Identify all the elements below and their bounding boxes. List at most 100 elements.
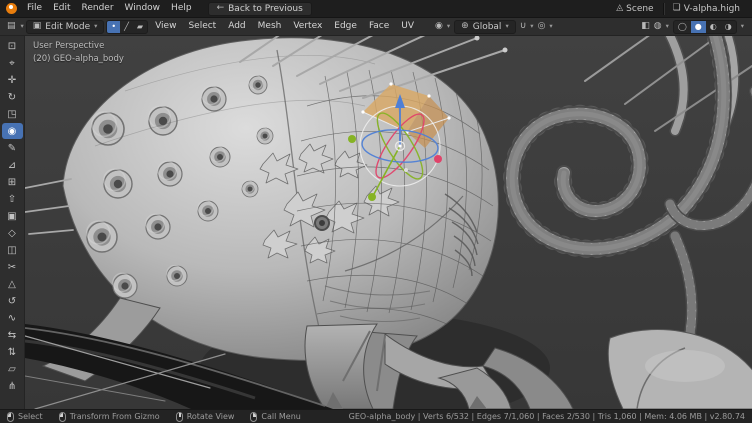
tool-rotate[interactable]: ↻ (2, 89, 23, 105)
tool-move[interactable]: ✛ (2, 72, 23, 88)
menu-mesh[interactable]: Mesh (253, 18, 287, 35)
overlays-icon[interactable]: ◍ (654, 22, 662, 31)
proportional-caret-icon: ▾ (549, 23, 552, 30)
tool-select-box-icon: ⊡ (8, 41, 16, 52)
menu-add[interactable]: Add (223, 18, 250, 35)
xray-toggle-icon[interactable]: ◧ (641, 22, 650, 31)
menu-edit[interactable]: Edit (48, 0, 75, 17)
add-cube-icon: ⊞ (8, 177, 16, 188)
proportional-editing-icon[interactable]: ◎ (538, 22, 546, 31)
tool-poly-build[interactable]: △ (2, 276, 23, 292)
tool-shear[interactable]: ▱ (2, 361, 23, 377)
menu-view[interactable]: View (150, 18, 181, 35)
tool-rip[interactable]: ⋔ (2, 378, 23, 394)
scene-selector[interactable]: ◬ Scene (611, 4, 658, 14)
editor-type-caret-icon: ▾ (21, 23, 24, 30)
blender-logo-icon[interactable] (6, 3, 17, 14)
smooth-icon: ∿ (8, 313, 16, 324)
hint-select-label: Select (18, 412, 43, 421)
vertex-select-mode-button[interactable]: • (107, 21, 120, 33)
menu-vertex[interactable]: Vertex (288, 18, 327, 35)
tool-edge-slide[interactable]: ⇆ (2, 327, 23, 343)
tool-add-cube[interactable]: ⊞ (2, 174, 23, 190)
menu-help[interactable]: Help (166, 0, 197, 17)
menu-render[interactable]: Render (77, 0, 119, 17)
gizmo-red-dot[interactable] (434, 155, 442, 163)
menu-uv[interactable]: UV (396, 18, 419, 35)
scale-icon: ◳ (7, 109, 16, 120)
menu-select[interactable]: Select (183, 18, 221, 35)
topbar: File Edit Render Window Help ← Back to P… (0, 0, 752, 18)
editor-type-icon[interactable]: ▤ (4, 22, 19, 31)
tool-select-box[interactable]: ⊡ (2, 38, 23, 54)
tool-loop-cut[interactable]: ◫ (2, 242, 23, 258)
menu-edge[interactable]: Edge (329, 18, 362, 35)
view-layer-selector[interactable]: ❏ V-alpha.high (668, 4, 745, 14)
hint-transform-gizmo: Transform From Gizmo (59, 412, 160, 422)
hint-rotate-view: Rotate View (176, 412, 235, 422)
shading-rendered-button[interactable]: ◑ (721, 21, 736, 33)
tool-annotate[interactable]: ✎ (2, 140, 23, 156)
tool-scale[interactable]: ◳ (2, 106, 23, 122)
back-arrow-icon: ← (217, 4, 225, 13)
tool-spin[interactable]: ↺ (2, 293, 23, 309)
tool-extrude[interactable]: ⇧ (2, 191, 23, 207)
mode-dropdown[interactable]: ▣ Edit Mode ▾ (26, 20, 105, 34)
mouse-left-drag-icon (59, 412, 66, 422)
viewport-canvas[interactable] (25, 36, 752, 409)
view-layer-name: V-alpha.high (684, 4, 740, 14)
separator (663, 3, 664, 15)
back-to-previous-button[interactable]: ← Back to Previous (208, 2, 312, 16)
head-eye (315, 216, 329, 230)
mode-label: Edit Mode (45, 22, 90, 32)
inset-icon: ▣ (7, 211, 16, 222)
tool-shrink-fatten[interactable]: ⇅ (2, 344, 23, 360)
edge-slide-icon: ⇆ (8, 330, 16, 341)
menu-file[interactable]: File (22, 0, 47, 17)
orientation-globe-icon: ⊕ (461, 22, 469, 31)
hint-call-menu: Call Menu (250, 412, 300, 422)
pivot-caret-icon: ▾ (447, 23, 450, 30)
shading-material-button[interactable]: ◐ (706, 21, 721, 33)
tool-bevel[interactable]: ◇ (2, 225, 23, 241)
tool-smooth[interactable]: ∿ (2, 310, 23, 326)
viewport-3d[interactable]: User Perspective (20) GEO-alpha_body (25, 36, 752, 409)
menu-window[interactable]: Window (120, 0, 166, 17)
tool-cursor[interactable]: ⌖ (2, 55, 23, 71)
overlays-caret-icon: ▾ (666, 23, 669, 30)
rip-icon: ⋔ (8, 381, 16, 392)
shading-solid-button[interactable]: ● (691, 21, 706, 33)
scene-icon: ◬ (616, 4, 623, 13)
viewport-header: ▤ ▾ ▣ Edit Mode ▾ • ╱ ▰ View Select Add … (0, 18, 752, 36)
cursor-icon: ⌖ (9, 58, 15, 69)
pivot-point-icon[interactable]: ◉ (435, 22, 443, 31)
active-object-label: (20) GEO-alpha_body (33, 53, 124, 66)
tool-measure[interactable]: ⊿ (2, 157, 23, 173)
gizmo-green-dot[interactable] (348, 135, 356, 143)
poly-build-icon: △ (8, 279, 16, 290)
extrude-icon: ⇧ (8, 194, 16, 205)
snap-magnet-icon[interactable]: ∪ (520, 22, 527, 31)
face-select-mode-button[interactable]: ▰ (133, 21, 147, 33)
measure-icon: ⊿ (8, 160, 16, 171)
scene-statistics: GEO-alpha_body | Verts 6/532 | Edges 7/1… (349, 412, 745, 421)
back-to-previous-label: Back to Previous (228, 4, 303, 14)
knife-icon: ✂ (8, 262, 16, 273)
hint-select: Select (7, 412, 43, 422)
shrink-fatten-icon: ⇅ (8, 347, 16, 358)
mode-caret-icon: ▾ (94, 23, 97, 30)
shading-wireframe-button[interactable]: ◯ (674, 21, 691, 33)
hint-transform-label: Transform From Gizmo (70, 412, 160, 421)
menu-face[interactable]: Face (364, 18, 394, 35)
move-icon: ✛ (8, 75, 16, 86)
edge-select-mode-button[interactable]: ╱ (120, 21, 133, 33)
tool-transform[interactable]: ◉ (2, 123, 23, 139)
tool-knife[interactable]: ✂ (2, 259, 23, 275)
tool-inset[interactable]: ▣ (2, 208, 23, 224)
view-layer-icon: ❏ (673, 4, 681, 13)
rotate-icon: ↻ (8, 92, 16, 103)
loop-cut-icon: ◫ (7, 245, 16, 256)
right-claw-leg (608, 330, 752, 409)
annotate-icon: ✎ (8, 143, 16, 154)
transform-orientation-dropdown[interactable]: ⊕ Global ▾ (454, 20, 516, 34)
